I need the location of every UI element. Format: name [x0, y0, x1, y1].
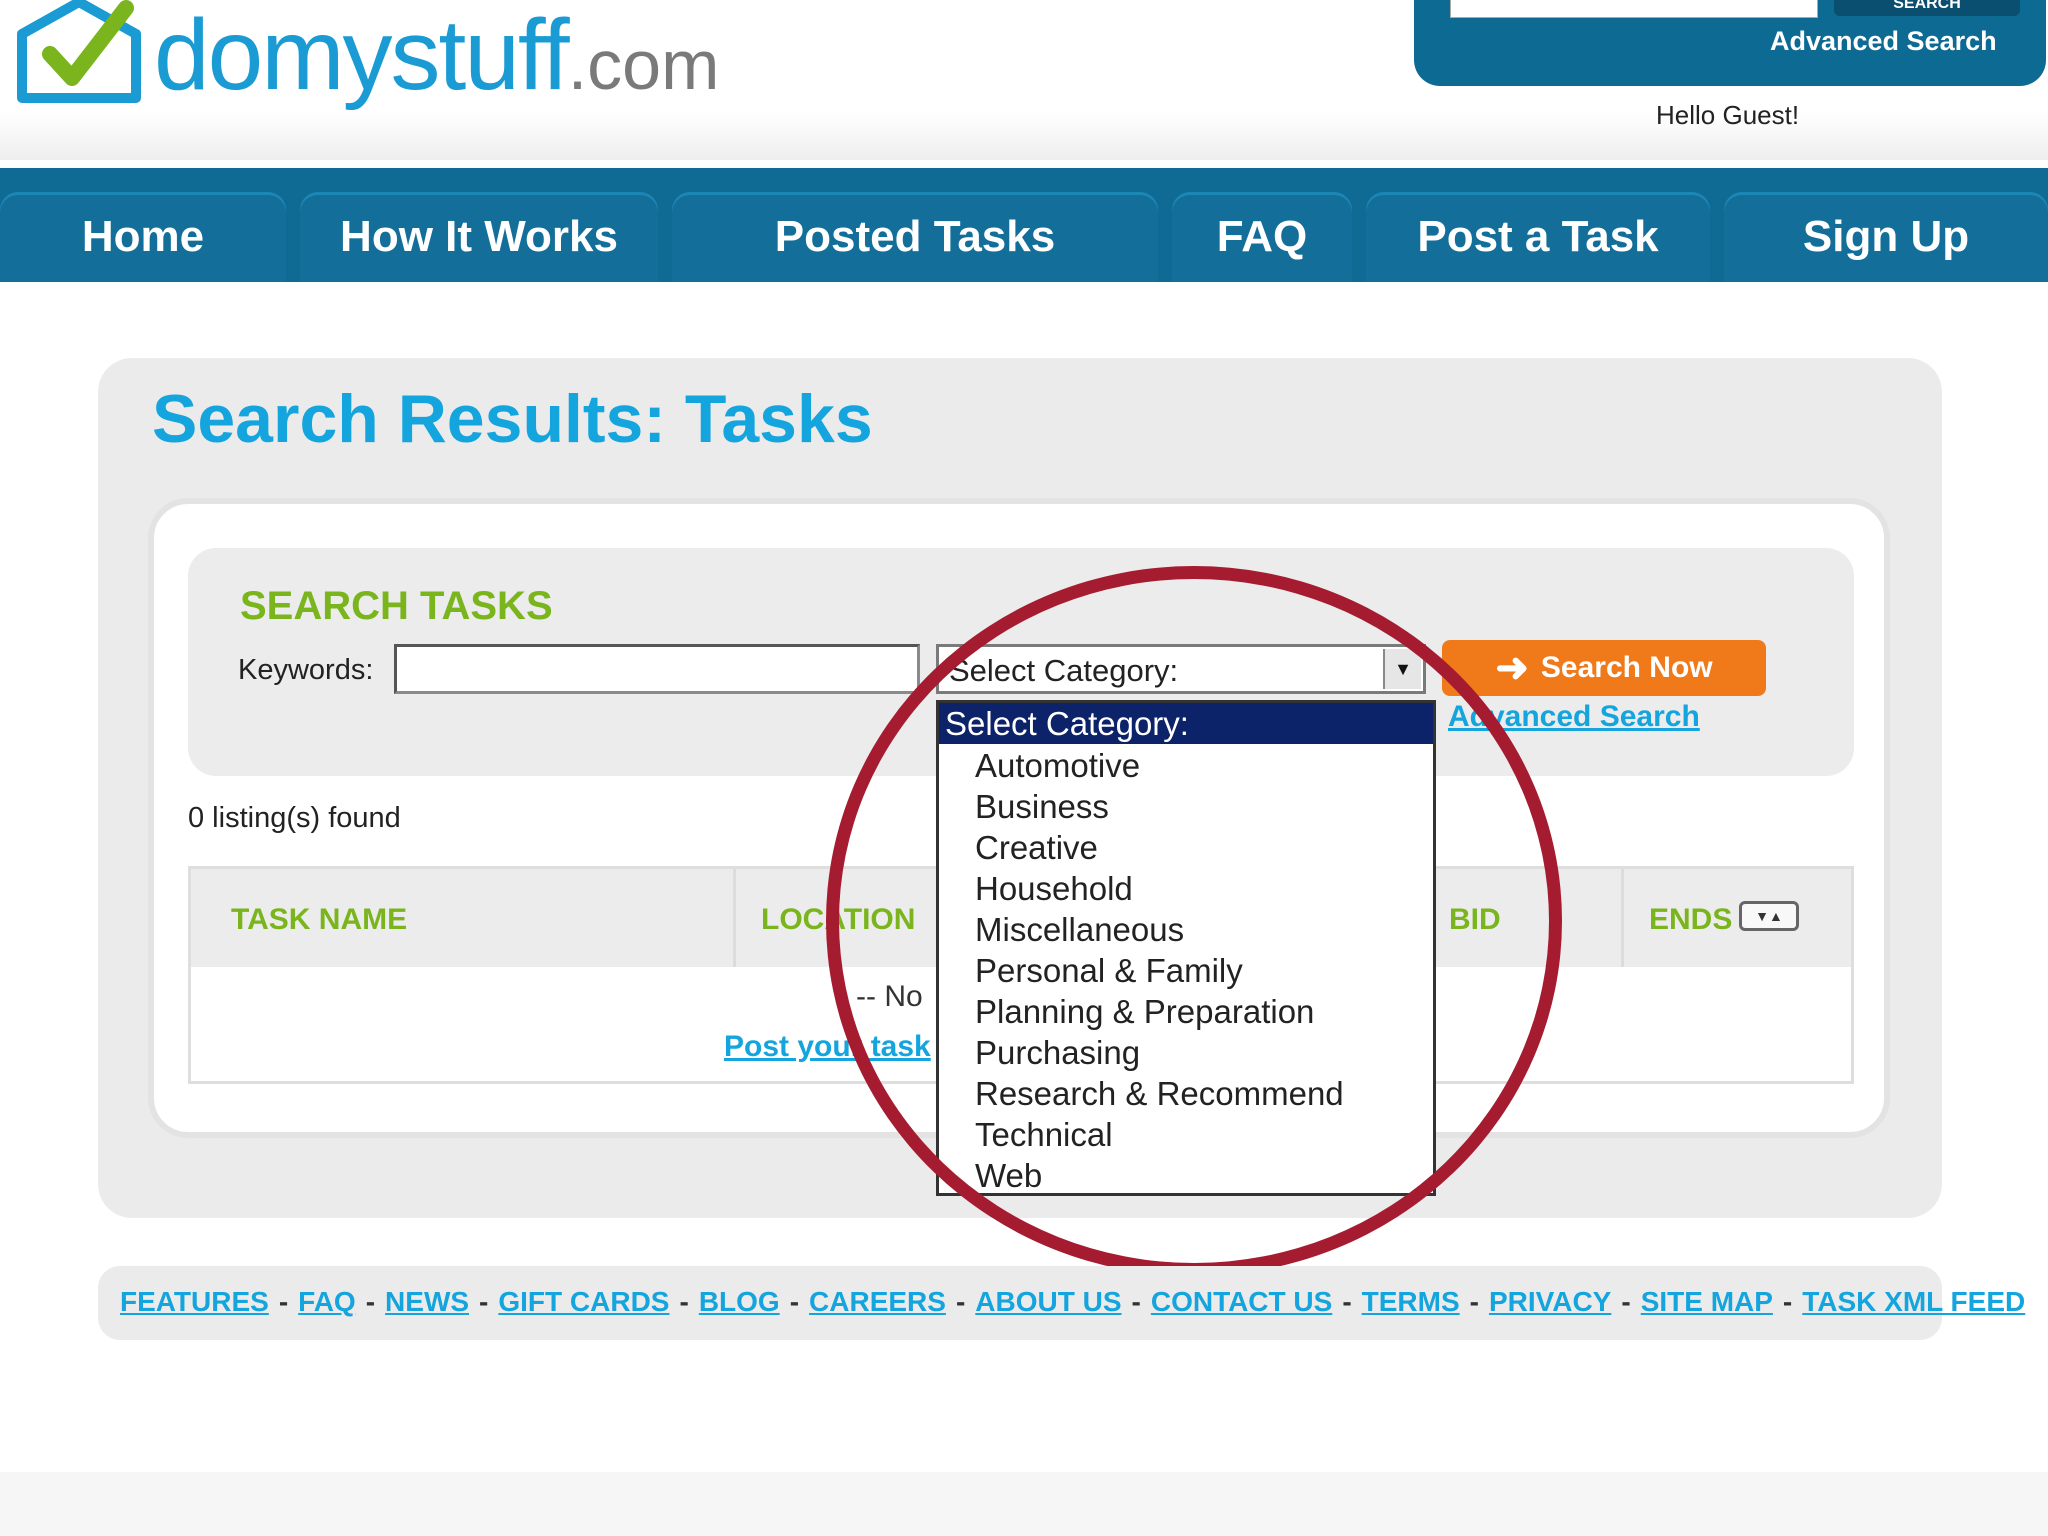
- dropdown-option[interactable]: Web: [975, 1155, 1042, 1193]
- chevron-down-icon[interactable]: ▼: [1383, 649, 1421, 689]
- nav-item-label: FAQ: [1216, 212, 1308, 261]
- top-search-input[interactable]: [1450, 0, 1818, 18]
- nav-item-label: Posted Tasks: [774, 212, 1056, 261]
- dropdown-option[interactable]: Business: [975, 786, 1109, 827]
- nav-item-posted-tasks[interactable]: Posted Tasks: [672, 192, 1158, 282]
- top-search-button[interactable]: SEARCH: [1834, 0, 2020, 16]
- page-bottom: [0, 1472, 2048, 1536]
- col-divider: [1621, 869, 1624, 967]
- keywords-label: Keywords:: [238, 654, 374, 686]
- category-select[interactable]: Select Category: ▼: [936, 644, 1426, 694]
- footer-separator: -: [1621, 1286, 1631, 1317]
- dropdown-option[interactable]: Purchasing: [975, 1032, 1140, 1073]
- footer-separator: -: [1782, 1286, 1793, 1317]
- footer-separator: -: [1342, 1286, 1352, 1317]
- nav-item-faq[interactable]: FAQ: [1172, 192, 1352, 282]
- footer-separator: -: [278, 1286, 289, 1317]
- footer-separator: -: [789, 1286, 800, 1317]
- search-now-button[interactable]: ➜ Search Now: [1442, 640, 1766, 696]
- logo-text-suffix: .com: [567, 26, 720, 104]
- footer-link-faq[interactable]: FAQ: [298, 1286, 356, 1318]
- greeting-text: Hello Guest!: [1656, 100, 1800, 130]
- footer-link-careers[interactable]: CAREERS: [809, 1286, 946, 1318]
- nav-item-label: How It Works: [340, 212, 618, 261]
- footer-link-features[interactable]: FEATURES: [120, 1286, 269, 1318]
- footer-link-terms[interactable]: TERMS: [1362, 1286, 1460, 1318]
- col-bid[interactable]: BID: [1449, 903, 1501, 937]
- advanced-search-link[interactable]: Advanced Search: [1448, 700, 1700, 734]
- nav-item-home[interactable]: Home: [0, 192, 286, 282]
- footer-separator: -: [1469, 1286, 1479, 1317]
- col-divider: [733, 869, 736, 967]
- col-task-name[interactable]: TASK NAME: [231, 903, 407, 937]
- dropdown-option[interactable]: Household: [975, 868, 1133, 909]
- col-ends[interactable]: ENDS: [1649, 903, 1732, 937]
- top-search-panel: SEARCH Advanced Search: [1414, 0, 2046, 86]
- dropdown-option[interactable]: Creative: [975, 827, 1098, 868]
- footer-separator: -: [365, 1286, 376, 1317]
- dropdown-option[interactable]: Automotive: [975, 745, 1140, 786]
- arrow-right-icon: ➜: [1495, 646, 1529, 690]
- footer-separator: -: [955, 1286, 966, 1317]
- footer-link-news[interactable]: NEWS: [385, 1286, 469, 1318]
- keywords-input[interactable]: [394, 644, 920, 694]
- nav-item-label: Post a Task: [1417, 212, 1659, 261]
- dropdown-option[interactable]: Research & Recommend: [975, 1073, 1344, 1114]
- dropdown-option-header[interactable]: Select Category:: [939, 703, 1433, 744]
- search-tasks-heading: SEARCH TASKS: [240, 584, 553, 628]
- sort-up-down-icon[interactable]: ▼▲: [1739, 901, 1799, 931]
- footer-link-contact-us[interactable]: CONTACT US: [1151, 1286, 1332, 1318]
- col-location[interactable]: LOCATION: [761, 903, 915, 937]
- category-dropdown-list: Select Category: Automotive Business Cre…: [936, 700, 1436, 1196]
- search-now-label: Search Now: [1540, 651, 1713, 684]
- footer-link-blog[interactable]: BLOG: [699, 1286, 780, 1318]
- house-check-icon: [17, 0, 141, 103]
- nav-item-label: Sign Up: [1802, 212, 1970, 261]
- footer-separator: -: [1131, 1286, 1141, 1317]
- nav-item-label: Home: [81, 212, 205, 261]
- post-your-task-link[interactable]: Post your task: [724, 1030, 931, 1064]
- footer-separator: -: [679, 1286, 689, 1317]
- dropdown-option[interactable]: Planning & Preparation: [975, 991, 1314, 1032]
- dropdown-option[interactable]: Technical: [975, 1114, 1113, 1155]
- nav-item-sign-up[interactable]: Sign Up: [1724, 192, 2048, 282]
- dropdown-option[interactable]: Miscellaneous: [975, 909, 1184, 950]
- logo-text-main: domystuff: [154, 0, 570, 111]
- top-advanced-search-link[interactable]: Advanced Search: [1770, 26, 1997, 57]
- footer-link-about-us[interactable]: ABOUT US: [975, 1286, 1121, 1318]
- footer-links: FEATURES - FAQ - NEWS - GIFT CARDS - BLO…: [120, 1286, 2025, 1318]
- nav-item-post-a-task[interactable]: Post a Task: [1366, 192, 1710, 282]
- footer-link-task-xml-feed[interactable]: TASK XML FEED: [1802, 1286, 2025, 1318]
- page-title: Search Results: Tasks: [152, 381, 873, 457]
- dropdown-option[interactable]: Personal & Family: [975, 950, 1243, 991]
- no-results-text: -- No: [856, 980, 923, 1013]
- logo-wordmark: domystuff.com: [154, 0, 719, 120]
- footer-link-gift-cards[interactable]: GIFT CARDS: [498, 1286, 669, 1318]
- listing-count: 0 listing(s) found: [188, 802, 401, 834]
- footer-link-site-map[interactable]: SITE MAP: [1641, 1286, 1773, 1318]
- category-select-value: Select Category:: [949, 653, 1179, 688]
- nav-item-how-it-works[interactable]: How It Works: [300, 192, 658, 282]
- footer-separator: -: [479, 1286, 489, 1317]
- footer-link-privacy[interactable]: PRIVACY: [1489, 1286, 1611, 1318]
